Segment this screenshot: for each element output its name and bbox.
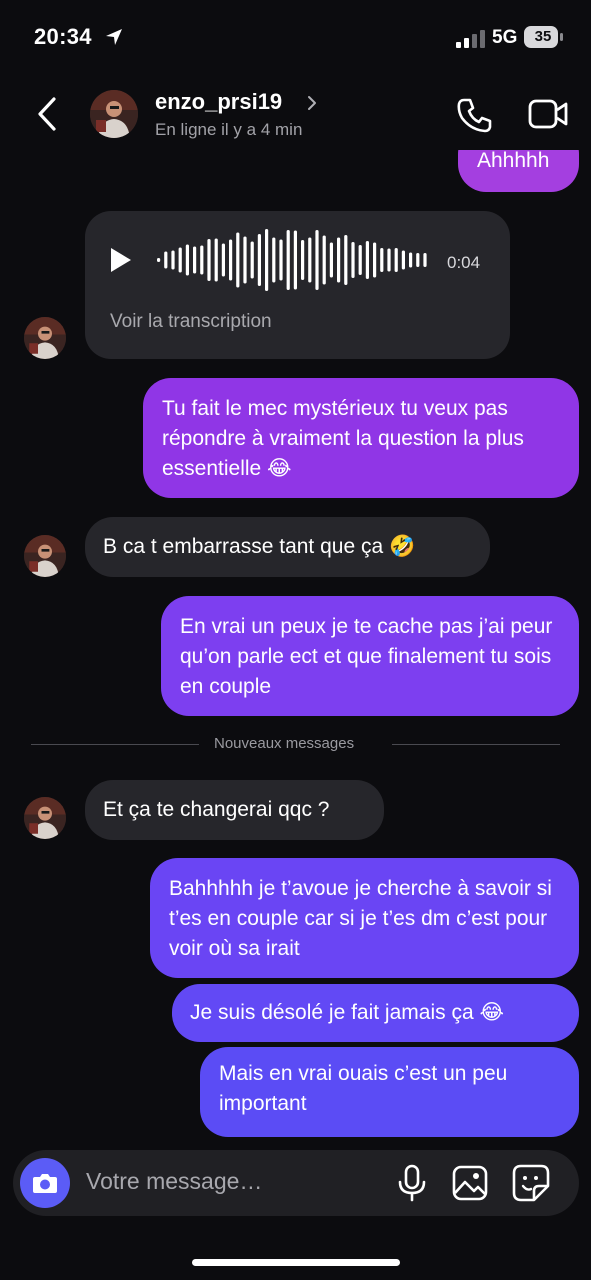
outgoing-message[interactable]: Ahhhhh — [458, 150, 579, 192]
message-text: Ahhhhh — [477, 150, 550, 172]
location-arrow-icon — [106, 29, 122, 45]
message-text: Et ça te changerai qqc ? — [103, 798, 330, 821]
message-text: En vrai un peux je te cache pas j’ai peu… — [180, 615, 553, 698]
waveform-bar — [286, 230, 290, 290]
phone-call-icon[interactable] — [456, 96, 494, 134]
waveform-bar — [171, 250, 175, 270]
back-chevron-icon[interactable] — [34, 96, 62, 132]
video-call-icon[interactable] — [528, 98, 568, 130]
waveform-bar — [344, 235, 348, 285]
contact-avatar[interactable] — [90, 90, 138, 138]
waveform-bar — [164, 251, 168, 269]
waveform-bar — [157, 258, 161, 262]
waveform-bar — [373, 242, 377, 278]
waveform-bar — [214, 238, 218, 282]
outgoing-message[interactable]: En vrai un peux je te cache pas j’ai peu… — [161, 596, 579, 716]
divider-line-right — [392, 744, 560, 745]
message-text: B ca t embarrasse tant que ça 🤣 — [103, 535, 416, 558]
waveform-bar — [200, 245, 204, 275]
waveform-bar — [329, 242, 333, 278]
divider-line-left — [31, 744, 199, 745]
contact-status: En ligne il y a 4 min — [155, 120, 303, 139]
network-type: 5G — [492, 27, 518, 48]
message-text: Tu fait le mec mystérieux tu veux pas ré… — [162, 397, 524, 480]
waveform-bar — [315, 230, 319, 290]
voice-duration: 0:04 — [447, 253, 481, 272]
outgoing-message[interactable]: Mais en vrai ouais c’est un peu importan… — [200, 1047, 579, 1137]
avatar-photo — [24, 317, 66, 359]
waveform-bar — [337, 237, 341, 283]
outgoing-message[interactable]: Tu fait le mec mystérieux tu veux pas ré… — [143, 378, 579, 498]
status-time: 20:34 — [34, 24, 92, 49]
sender-avatar[interactable] — [24, 317, 66, 359]
waveform-bar — [409, 252, 413, 268]
waveform-bar — [293, 230, 297, 290]
avatar-photo — [24, 797, 66, 839]
waveform-bar — [279, 239, 283, 281]
waveform-bar — [265, 229, 269, 291]
camera-icon — [33, 1174, 57, 1193]
waveform-bar — [423, 253, 427, 267]
contact-name[interactable]: enzo_prsi19 — [155, 89, 282, 115]
sender-avatar[interactable] — [24, 797, 66, 839]
waveform-bar — [221, 243, 225, 277]
sender-avatar[interactable] — [24, 535, 66, 577]
home-indicator — [192, 1259, 400, 1266]
waveform-bar — [207, 239, 211, 281]
waveform-bar — [401, 250, 405, 270]
avatar-photo — [90, 90, 138, 138]
message-text: Je suis désolé je fait jamais ça 😂 — [190, 1001, 505, 1024]
waveform-bar — [365, 241, 369, 279]
message-thread[interactable]: Ahhhhh 0:04 Voir la transcription Tu fai… — [0, 150, 591, 1140]
waveform-bar — [185, 244, 189, 276]
avatar-photo — [24, 535, 66, 577]
waveform-bar — [272, 237, 276, 283]
incoming-message[interactable]: Et ça te changerai qqc ? — [85, 780, 384, 840]
message-input[interactable]: Votre message… — [86, 1168, 262, 1195]
waveform-bar — [229, 239, 233, 281]
incoming-message[interactable]: B ca t embarrasse tant que ça 🤣 — [85, 517, 490, 577]
waveform-bar — [387, 248, 391, 272]
chevron-right-icon[interactable] — [306, 95, 318, 111]
gallery-icon[interactable] — [452, 1165, 488, 1201]
play-icon[interactable] — [109, 247, 133, 273]
waveform-bar — [178, 247, 182, 273]
message-text: Bahhhhh je t’avoue je cherche à savoir s… — [169, 877, 552, 960]
waveform-bar — [301, 240, 305, 280]
voice-message[interactable]: 0:04 Voir la transcription — [85, 211, 510, 359]
waveform-bar — [394, 248, 398, 272]
outgoing-message[interactable]: Bahhhhh je t’avoue je cherche à savoir s… — [150, 858, 579, 978]
waveform-bar — [416, 253, 420, 267]
signal-strength-icon — [456, 30, 485, 48]
waveform-bar — [351, 242, 355, 278]
microphone-icon[interactable] — [396, 1164, 428, 1202]
message-text: Mais en vrai ouais c’est un peu importan… — [219, 1062, 508, 1115]
waveform-bar — [250, 241, 254, 279]
waveform-bar — [236, 232, 240, 288]
sticker-icon[interactable] — [512, 1164, 550, 1202]
outgoing-message[interactable]: Je suis désolé je fait jamais ça 😂 — [172, 984, 579, 1042]
battery-level: 35 — [534, 28, 552, 45]
camera-button[interactable] — [20, 1158, 70, 1208]
transcription-link[interactable]: Voir la transcription — [110, 307, 272, 337]
waveform-bar — [358, 245, 362, 275]
waveform-bar — [193, 246, 197, 274]
waveform-bar — [308, 237, 312, 283]
audio-waveform[interactable] — [155, 227, 435, 293]
new-messages-divider: Nouveaux messages — [214, 735, 355, 752]
waveform-bar — [322, 235, 326, 285]
waveform-bar — [380, 248, 384, 272]
waveform-bar — [257, 234, 261, 286]
waveform-bar — [243, 236, 247, 284]
